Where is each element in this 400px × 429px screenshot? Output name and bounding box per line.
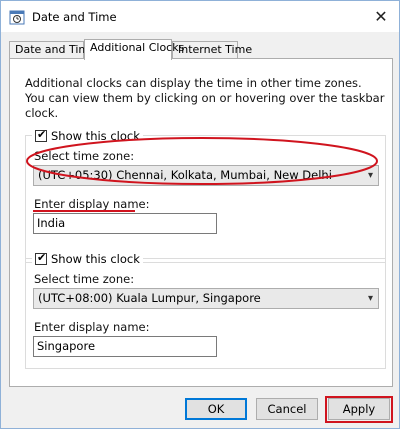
clock-1-name-input[interactable]: India bbox=[33, 213, 217, 234]
clock-2-group: ✔ Show this clock Select time zone: (UTC… bbox=[25, 251, 386, 369]
clock-1-name-label: Enter display name: bbox=[34, 197, 150, 211]
date-time-dialog: Date and Time ✕ Date and Time Additional… bbox=[0, 0, 400, 429]
ok-button[interactable]: OK bbox=[185, 398, 247, 420]
tab-panel: Additional clocks can display the time i… bbox=[9, 58, 393, 387]
tab-additional-clocks[interactable]: Additional Clocks bbox=[84, 39, 184, 60]
tab-date-and-time[interactable]: Date and Time bbox=[9, 41, 96, 59]
clock-2-name-input[interactable]: Singapore bbox=[33, 336, 217, 357]
clock-2-show-checkbox-row[interactable]: ✔ Show this clock bbox=[32, 251, 143, 266]
tab-strip: Date and Time Additional Clocks Internet… bbox=[9, 39, 393, 60]
clock-1-group: ✔ Show this clock Select time zone: (UTC… bbox=[25, 128, 386, 263]
clock-1-timezone-value: (UTC+05:30) Chennai, Kolkata, Mumbai, Ne… bbox=[38, 168, 332, 182]
clock-1-show-checkbox[interactable]: ✔ bbox=[35, 128, 47, 142]
close-button[interactable]: ✕ bbox=[369, 5, 393, 27]
cancel-button[interactable]: Cancel bbox=[256, 398, 318, 420]
clock-2-timezone-select[interactable]: (UTC+08:00) Kuala Lumpur, Singapore ▾ bbox=[33, 288, 379, 309]
clock-2-show-label: Show this clock bbox=[51, 252, 140, 266]
clock-1-timezone-label: Select time zone: bbox=[34, 149, 135, 163]
checkmark-icon: ✔ bbox=[37, 128, 47, 141]
apply-button[interactable]: Apply bbox=[328, 398, 390, 420]
clock-1-show-label: Show this clock bbox=[51, 129, 140, 143]
clock-2-show-checkbox[interactable]: ✔ bbox=[35, 251, 47, 265]
clock-2-name-label: Enter display name: bbox=[34, 320, 150, 334]
checkmark-icon: ✔ bbox=[37, 251, 47, 264]
intro-text: Additional clocks can display the time i… bbox=[25, 76, 385, 120]
close-icon: ✕ bbox=[374, 6, 388, 26]
chevron-down-icon: ▾ bbox=[367, 293, 373, 304]
clock-1-show-checkbox-row[interactable]: ✔ Show this clock bbox=[32, 128, 143, 143]
clock-icon bbox=[9, 10, 25, 25]
chevron-down-icon: ▾ bbox=[367, 170, 373, 181]
clock-2-timezone-value: (UTC+08:00) Kuala Lumpur, Singapore bbox=[38, 291, 261, 305]
clock-2-timezone-label: Select time zone: bbox=[34, 272, 135, 286]
clock-1-timezone-select[interactable]: (UTC+05:30) Chennai, Kolkata, Mumbai, Ne… bbox=[33, 165, 379, 186]
window-title: Date and Time bbox=[32, 10, 117, 24]
title-bar: Date and Time ✕ bbox=[1, 1, 399, 32]
